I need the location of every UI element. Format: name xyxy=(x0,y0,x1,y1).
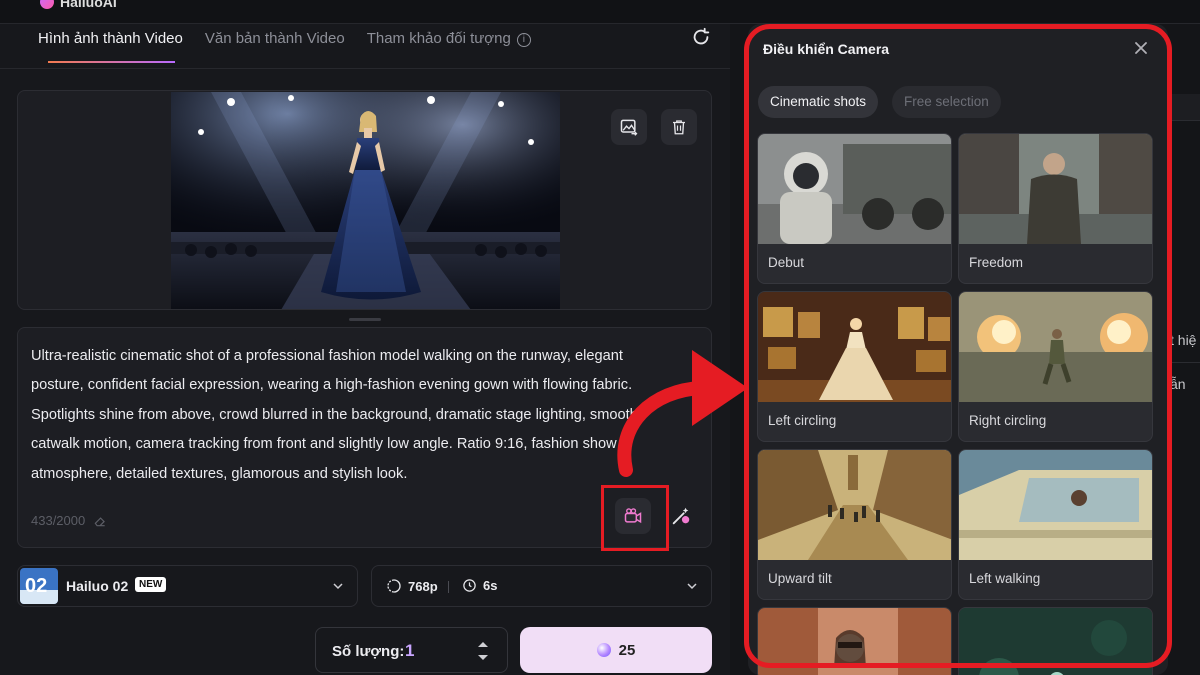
prompt-line: Ultra-realistic cinematic shot of a prof… xyxy=(31,348,623,364)
panel-title: Điều khiển Camera xyxy=(763,41,890,57)
new-badge: NEW xyxy=(135,577,167,592)
duration-setting: 6s xyxy=(462,578,497,593)
background-block xyxy=(1166,94,1200,120)
prompt-line: Spotlights shine from above, crowd blurr… xyxy=(31,406,638,423)
tabs-divider xyxy=(0,68,730,69)
mode-tabs: Hình ảnh thành Video Văn bản thành Video… xyxy=(38,30,531,63)
prompt-box[interactable]: Ultra-realistic cinematic shot of a prof… xyxy=(17,327,712,551)
generate-cost: 25 xyxy=(618,641,636,659)
background-divider xyxy=(1165,362,1200,363)
tab-subject-reference[interactable]: Tham khảo đối tượng i xyxy=(367,30,531,61)
magic-wand-icon xyxy=(672,507,690,525)
background-text-fragment: ẫn xyxy=(1170,376,1186,392)
logo-text: HailuoAI xyxy=(60,0,117,10)
uploaded-image xyxy=(171,92,560,309)
image-swap-icon xyxy=(620,119,638,136)
prompt-line: posture, confident facial expression, we… xyxy=(31,377,633,394)
shot-thumbnail xyxy=(758,134,951,244)
shot-card-debut[interactable]: Debut xyxy=(757,133,952,284)
shot-thumbnail xyxy=(758,608,951,675)
shot-thumbnail xyxy=(959,608,1152,675)
shot-label: Right circling xyxy=(969,413,1047,428)
shot-card-left-circling[interactable]: Left circling xyxy=(757,291,952,442)
duration-value: 6s xyxy=(483,578,498,593)
svg-text:02: 02 xyxy=(25,575,47,597)
app-root: HailuoAI Hình ảnh thành Video Văn bản th… xyxy=(0,0,1200,675)
chip-free-selection[interactable]: Free selection xyxy=(892,86,1001,118)
shot-thumbnail xyxy=(758,292,951,402)
shot-card-left-walking[interactable]: Left walking xyxy=(958,449,1153,600)
camera-button-highlight xyxy=(601,485,669,551)
quantity-stepper[interactable]: Số lượng: 1 xyxy=(315,627,508,673)
resize-handle[interactable] xyxy=(349,318,381,321)
red-arrow-annotation xyxy=(617,350,748,477)
shot-thumbnail xyxy=(959,450,1152,560)
tab-subject-reference-label: Tham khảo đối tượng xyxy=(366,30,511,47)
shot-thumbnail xyxy=(758,450,951,560)
tab-text-to-video[interactable]: Văn bản thành Video xyxy=(205,30,345,61)
prompt-line: catwalk motion, camera tracking from fro… xyxy=(31,436,617,453)
char-counter: 433/2000 xyxy=(31,513,107,528)
chip-cinematic-shots[interactable]: Cinematic shots xyxy=(758,86,879,118)
settings-separator xyxy=(448,581,449,593)
camera-control-panel: Điều khiển Camera Cinematic shots Free s… xyxy=(748,24,1168,675)
shot-label: Freedom xyxy=(969,255,1024,270)
shot-thumbnail xyxy=(959,134,1152,244)
top-bar: HailuoAI xyxy=(0,0,1200,24)
logo-icon xyxy=(40,0,54,9)
stepper-arrows-icon[interactable] xyxy=(472,636,494,666)
char-count: 433/2000 xyxy=(31,513,86,528)
model-selector[interactable]: 02 Hailuo 02 NEW xyxy=(17,565,358,607)
prompt-line: atmosphere, detailed textures, glamorous… xyxy=(31,465,408,482)
trash-icon xyxy=(673,120,685,135)
quantity-label: Số lượng: xyxy=(332,643,405,660)
shot-card-partial[interactable] xyxy=(757,607,952,675)
info-icon[interactable]: i xyxy=(516,33,531,47)
credit-orb-icon xyxy=(596,643,611,657)
shot-card-right-circling[interactable]: Right circling xyxy=(958,291,1153,442)
delete-image-button[interactable] xyxy=(661,109,697,145)
resolution-icon xyxy=(387,579,401,593)
shot-card-upward-tilt[interactable]: Upward tilt xyxy=(757,449,952,600)
shot-label: Upward tilt xyxy=(768,571,832,586)
enhance-prompt-button[interactable] xyxy=(668,503,694,529)
shot-label: Left walking xyxy=(969,571,1041,586)
model-thumbnail: 02 xyxy=(20,568,58,604)
uploaded-image-card[interactable] xyxy=(17,90,712,310)
replace-image-button[interactable] xyxy=(611,109,647,145)
video-settings-selector[interactable]: 768p 6s xyxy=(371,565,712,607)
model-name: Hailuo 02 xyxy=(66,578,129,594)
shot-card-freedom[interactable]: Freedom xyxy=(958,133,1153,284)
eraser-icon[interactable] xyxy=(93,514,107,528)
quantity-value[interactable]: 1 xyxy=(405,641,414,661)
close-icon[interactable] xyxy=(1132,39,1150,57)
generate-button[interactable]: 25 xyxy=(520,627,712,673)
shot-label: Debut xyxy=(768,255,805,270)
resolution-setting: 768p xyxy=(386,578,438,594)
refresh-icon[interactable] xyxy=(690,26,712,48)
resolution-value: 768p xyxy=(408,578,438,594)
chevron-down-icon xyxy=(687,583,697,590)
shot-card-partial[interactable] xyxy=(958,607,1153,675)
tab-image-to-video[interactable]: Hình ảnh thành Video xyxy=(38,30,183,63)
app-logo[interactable]: HailuoAI xyxy=(40,0,117,10)
shot-thumbnail xyxy=(959,292,1152,402)
chevron-down-icon xyxy=(333,583,343,590)
prompt-textarea[interactable]: Ultra-realistic cinematic shot of a prof… xyxy=(31,342,681,489)
background-text-fragment: t hiệ xyxy=(1170,332,1197,348)
clock-icon xyxy=(463,579,476,592)
shot-label: Left circling xyxy=(768,413,837,428)
background-divider xyxy=(1165,120,1200,121)
